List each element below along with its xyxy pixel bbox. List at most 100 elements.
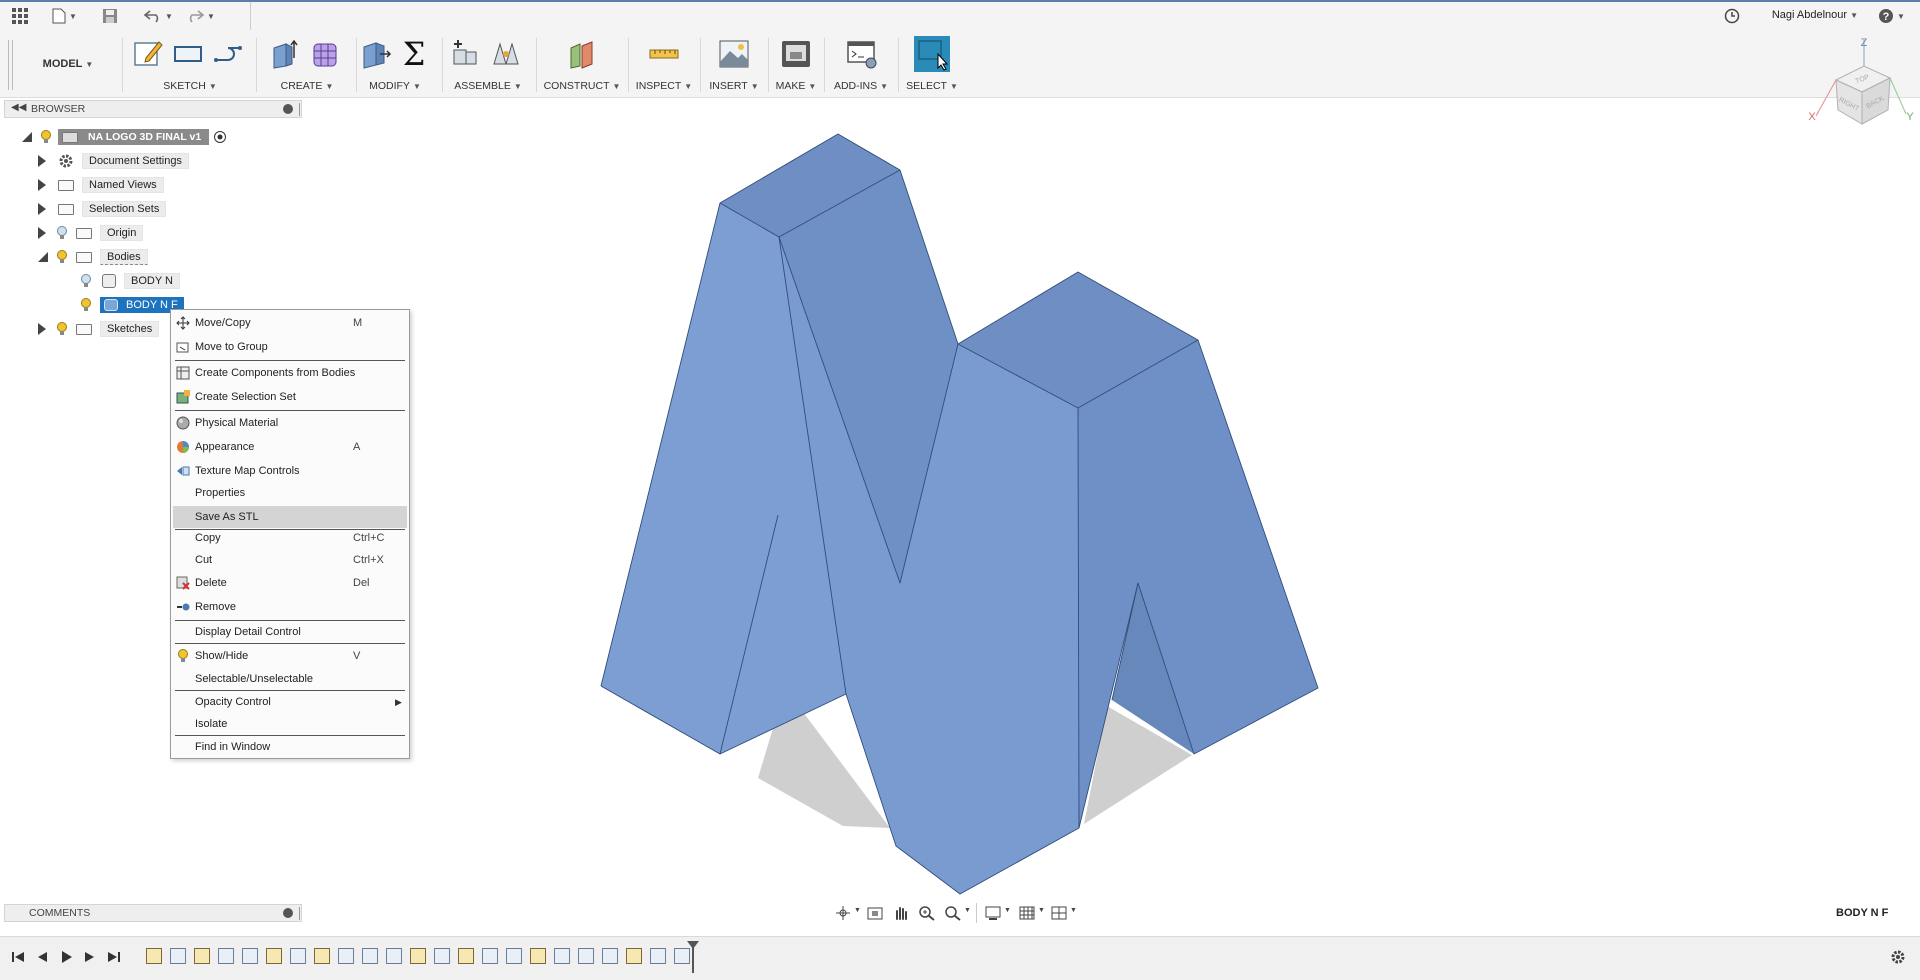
menu-item-remove[interactable]: Remove bbox=[175, 596, 405, 618]
menu-item-move-copy[interactable]: Move/Copy M bbox=[175, 312, 405, 334]
timeline-extrude-feature[interactable] bbox=[650, 948, 666, 964]
lightbulb-off-icon[interactable] bbox=[80, 274, 92, 288]
menu-item-create-selection-set[interactable]: Create Selection Set bbox=[175, 386, 405, 408]
browser-item-selection-sets[interactable]: Selection Sets bbox=[38, 200, 167, 218]
add-comment-icon[interactable] bbox=[283, 908, 293, 918]
lightbulb-icon[interactable] bbox=[56, 250, 68, 264]
play-icon[interactable] bbox=[58, 949, 74, 965]
document-root-item[interactable]: NA LOGO 3D FINAL v1 bbox=[58, 129, 210, 145]
timeline-extrude-feature[interactable] bbox=[674, 948, 690, 964]
inspect-menu[interactable]: INSPECT ▼ bbox=[632, 80, 696, 92]
collapse-browser-icon[interactable]: ◀◀ bbox=[11, 102, 26, 113]
viewports-icon[interactable] bbox=[1050, 905, 1068, 921]
assemble-menu[interactable]: ASSEMBLE ▼ bbox=[448, 80, 528, 92]
comments-panel-header[interactable]: COMMENTS bbox=[4, 904, 302, 922]
timeline-sketch-feature[interactable] bbox=[194, 948, 210, 964]
workspace-switcher[interactable]: MODEL ▼ bbox=[8, 38, 128, 90]
timeline-extrude-feature[interactable] bbox=[482, 948, 498, 964]
menu-item-create-components[interactable]: Create Components from Bodies bbox=[175, 362, 405, 384]
expand-icon[interactable] bbox=[38, 155, 46, 167]
new-component-icon[interactable] bbox=[450, 38, 482, 70]
browser-item-named-views[interactable]: Named Views bbox=[38, 176, 164, 194]
timeline-sketch-feature[interactable] bbox=[626, 948, 642, 964]
menu-item-show-hide[interactable]: Show/Hide V bbox=[175, 645, 405, 667]
lightbulb-icon[interactable] bbox=[40, 130, 52, 144]
save-icon[interactable] bbox=[102, 6, 118, 26]
timeline-move-feature[interactable] bbox=[242, 948, 258, 964]
user-account-menu[interactable]: Nagi Abdelnour ▼ bbox=[1772, 9, 1858, 21]
menu-item-properties[interactable]: Properties bbox=[175, 482, 405, 504]
step-back-icon[interactable] bbox=[34, 949, 50, 965]
menu-item-display-detail-control[interactable]: Display Detail Control bbox=[175, 621, 405, 643]
lightbulb-off-icon[interactable] bbox=[56, 226, 68, 240]
joint-icon[interactable] bbox=[490, 38, 522, 70]
menu-item-physical-material[interactable]: Physical Material bbox=[175, 412, 405, 434]
look-at-icon[interactable] bbox=[866, 905, 884, 921]
menu-item-opacity-control[interactable]: Opacity Control ▶ bbox=[175, 691, 405, 713]
expand-icon[interactable] bbox=[38, 179, 46, 191]
grid-dropdown-icon[interactable]: ▼ bbox=[1038, 907, 1045, 914]
browser-item-bodies[interactable]: Bodies bbox=[38, 248, 148, 266]
timeline-extrude-feature[interactable] bbox=[434, 948, 450, 964]
timeline-sketch-feature[interactable] bbox=[314, 948, 330, 964]
add-ins-menu[interactable]: ADD-INS ▼ bbox=[828, 80, 894, 92]
expand-icon[interactable] bbox=[38, 323, 46, 335]
redo-icon[interactable]: ▼ bbox=[186, 6, 215, 26]
press-pull-icon[interactable] bbox=[360, 38, 392, 70]
menu-item-cut[interactable]: Cut Ctrl+X bbox=[175, 549, 405, 571]
timeline-combine-feature[interactable] bbox=[602, 948, 618, 964]
menu-item-save-as-stl[interactable]: Save As STL bbox=[173, 506, 407, 528]
browser-item-sketches[interactable]: Sketches bbox=[38, 320, 160, 338]
timeline-sketch-feature[interactable] bbox=[410, 948, 426, 964]
timeline-move-feature[interactable] bbox=[506, 948, 522, 964]
measure-icon[interactable] bbox=[648, 38, 680, 70]
timeline-sketch-feature[interactable] bbox=[146, 948, 162, 964]
app-grid-icon[interactable] bbox=[12, 6, 28, 26]
browser-item-body-n[interactable]: BODY N bbox=[80, 272, 180, 290]
lightbulb-icon[interactable] bbox=[56, 322, 68, 336]
collapse-icon[interactable] bbox=[22, 132, 32, 142]
timeline-extrude-feature[interactable] bbox=[290, 948, 306, 964]
modify-menu[interactable]: MODIFY ▼ bbox=[360, 80, 430, 92]
timeline-extrude-feature[interactable] bbox=[218, 948, 234, 964]
lightbulb-icon[interactable] bbox=[80, 298, 92, 312]
expand-icon[interactable] bbox=[38, 227, 46, 239]
orbit-dropdown-icon[interactable]: ▼ bbox=[854, 907, 861, 914]
collapse-icon[interactable] bbox=[38, 252, 48, 262]
viewports-dropdown-icon[interactable]: ▼ bbox=[1070, 907, 1077, 914]
orbit-icon[interactable] bbox=[834, 905, 852, 921]
timeline-sketch-feature[interactable] bbox=[530, 948, 546, 964]
undo-icon[interactable]: ▼ bbox=[144, 6, 173, 26]
file-menu-icon[interactable]: ▼ bbox=[52, 6, 77, 26]
offset-plane-icon[interactable] bbox=[566, 38, 598, 70]
panel-resize-handle[interactable] bbox=[299, 103, 300, 116]
step-forward-icon[interactable] bbox=[82, 949, 98, 965]
timeline-combine-feature[interactable] bbox=[362, 948, 378, 964]
insert-canvas-icon[interactable] bbox=[718, 38, 750, 70]
browser-item-origin[interactable]: Origin bbox=[38, 224, 144, 242]
job-status-icon[interactable] bbox=[1724, 6, 1740, 26]
display-dropdown-icon[interactable]: ▼ bbox=[1004, 907, 1011, 914]
panel-resize-handle[interactable] bbox=[299, 907, 300, 920]
select-icon[interactable] bbox=[914, 36, 950, 72]
extrude-icon[interactable] bbox=[268, 38, 300, 70]
insert-menu[interactable]: INSERT ▼ bbox=[704, 80, 764, 92]
activate-radio-icon[interactable] bbox=[213, 130, 227, 144]
help-icon[interactable]: ? ▼ bbox=[1878, 6, 1905, 26]
form-icon[interactable] bbox=[310, 38, 342, 70]
menu-item-isolate[interactable]: Isolate bbox=[175, 713, 405, 735]
zoom-icon[interactable] bbox=[918, 905, 936, 921]
menu-item-delete[interactable]: Delete Del bbox=[175, 572, 405, 594]
timeline-move-feature[interactable] bbox=[338, 948, 354, 964]
timeline-settings-gear-icon[interactable] bbox=[1890, 949, 1906, 965]
menu-item-copy[interactable]: Copy Ctrl+C bbox=[175, 527, 405, 549]
browser-item-body-n-f[interactable]: BODY N F bbox=[80, 296, 184, 314]
zoom-dropdown-icon[interactable]: ▼ bbox=[964, 907, 971, 914]
zoom-window-icon[interactable] bbox=[944, 905, 962, 921]
expand-icon[interactable] bbox=[38, 203, 46, 215]
3d-model-viewport[interactable] bbox=[580, 120, 1340, 900]
go-to-start-icon[interactable] bbox=[10, 949, 26, 965]
timeline-move-feature[interactable] bbox=[386, 948, 402, 964]
menu-item-texture-map-controls[interactable]: Texture Map Controls bbox=[175, 460, 405, 482]
sketch-menu[interactable]: SKETCH ▼ bbox=[128, 80, 252, 92]
